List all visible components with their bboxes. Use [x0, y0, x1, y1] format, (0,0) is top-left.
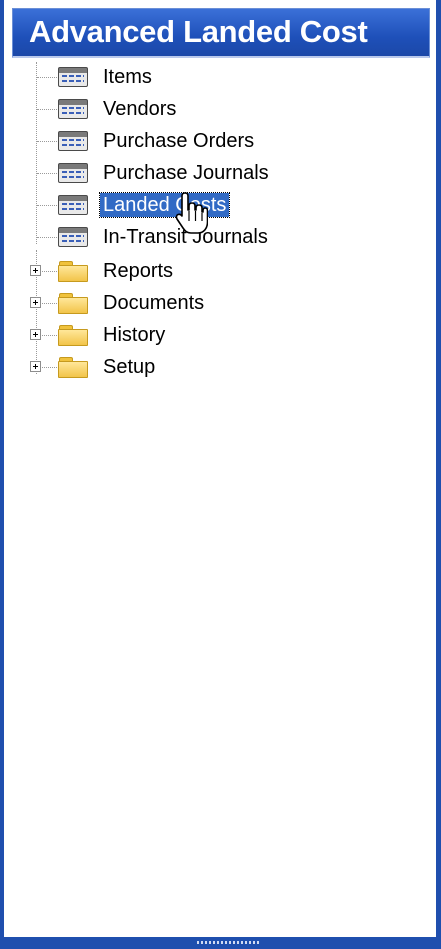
plus-icon[interactable]: [30, 329, 41, 340]
tree-folder-label: Setup: [103, 356, 156, 378]
tree-folder-label: Documents: [103, 292, 205, 314]
tree-branch-line: [37, 109, 57, 110]
tree-branch-line: [37, 205, 57, 206]
tree-item-label: Purchase Orders: [103, 130, 255, 152]
tree-folder-history[interactable]: History: [4, 320, 424, 350]
tree-item-items[interactable]: Items: [4, 62, 424, 92]
tree-folder-reports[interactable]: Reports: [4, 256, 424, 286]
tree-item-landed-costs[interactable]: Landed Costs: [4, 190, 424, 220]
tree-item-vendors[interactable]: Vendors: [4, 94, 424, 124]
status-bar: [4, 937, 436, 949]
tree-item-label: Purchase Journals: [103, 162, 269, 184]
form-icon: [58, 67, 88, 87]
tree-folder-label: Reports: [103, 260, 174, 282]
tree-item-label: Items: [103, 66, 152, 88]
plus-icon[interactable]: [30, 361, 41, 372]
tree-item-label-selected: Landed Costs: [98, 192, 231, 218]
folder-icon: [58, 261, 88, 282]
navigation-pane-window: Advanced Landed Cost Items Vendors Purch…: [0, 0, 441, 949]
form-icon: [58, 195, 88, 215]
tree-item-label: Vendors: [103, 98, 177, 120]
plus-icon[interactable]: [30, 297, 41, 308]
hand-cursor-icon: [175, 192, 208, 234]
form-icon: [58, 163, 88, 183]
window-title: Advanced Landed Cost: [29, 14, 368, 49]
tree-branch-line: [37, 141, 57, 142]
folder-icon: [58, 325, 88, 346]
form-icon: [58, 131, 88, 151]
folder-icon: [58, 293, 88, 314]
tree-branch-line: [37, 77, 57, 78]
tree-item-in-transit-journals[interactable]: In-Transit Journals: [4, 222, 424, 252]
title-bar[interactable]: Advanced Landed Cost: [12, 8, 430, 58]
form-icon: [58, 99, 88, 119]
tree-folder-setup[interactable]: Setup: [4, 352, 424, 382]
tree-branch-line: [37, 173, 57, 174]
tree-item-purchase-journals[interactable]: Purchase Journals: [4, 158, 424, 188]
resize-grip-icon[interactable]: [197, 941, 261, 944]
tree-folder-label: History: [103, 324, 166, 346]
tree-folder-documents[interactable]: Documents: [4, 288, 424, 318]
form-icon: [58, 227, 88, 247]
plus-icon[interactable]: [30, 265, 41, 276]
tree-item-purchase-orders[interactable]: Purchase Orders: [4, 126, 424, 156]
folder-icon: [58, 357, 88, 378]
tree-branch-line: [37, 237, 57, 238]
